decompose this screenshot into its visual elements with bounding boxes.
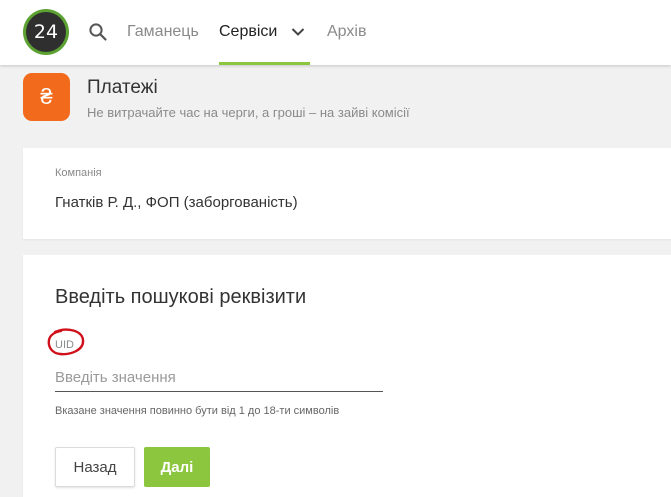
- back-button[interactable]: Назад: [55, 447, 135, 487]
- search-details-card: Введіть пошукові реквізити UID Вказане з…: [23, 255, 671, 497]
- search-heading: Введіть пошукові реквізити: [55, 286, 307, 308]
- hryvnia-icon: ₴: [23, 73, 70, 121]
- company-card: Компанія Гнатків Р. Д., ФОП (заборговані…: [23, 148, 671, 239]
- nav-active-indicator: [219, 62, 310, 65]
- logo-text: 24: [26, 12, 66, 52]
- company-label: Компанія: [55, 167, 102, 179]
- uid-hint: Вказане значення повинно бути від 1 до 1…: [55, 405, 340, 417]
- nav-item-archive[interactable]: Архів: [327, 22, 366, 42]
- next-button[interactable]: Далі: [144, 447, 210, 487]
- search-icon[interactable]: [88, 22, 108, 42]
- nav-item-services[interactable]: Сервіси: [219, 22, 277, 42]
- chevron-down-icon[interactable]: [291, 27, 305, 37]
- top-navigation-bar: 24 Гаманець Сервіси Архів: [0, 0, 671, 65]
- uid-field-label: UID: [55, 339, 74, 351]
- page-title: Платежі: [87, 77, 158, 98]
- privat24-logo[interactable]: 24: [23, 9, 69, 55]
- page-subtitle: Не витрачайте час на черги, а гроші – на…: [87, 105, 410, 120]
- uid-input[interactable]: [55, 363, 383, 392]
- nav-item-wallet[interactable]: Гаманець: [127, 22, 199, 42]
- company-value: Гнатків Р. Д., ФОП (заборгованість): [55, 194, 298, 211]
